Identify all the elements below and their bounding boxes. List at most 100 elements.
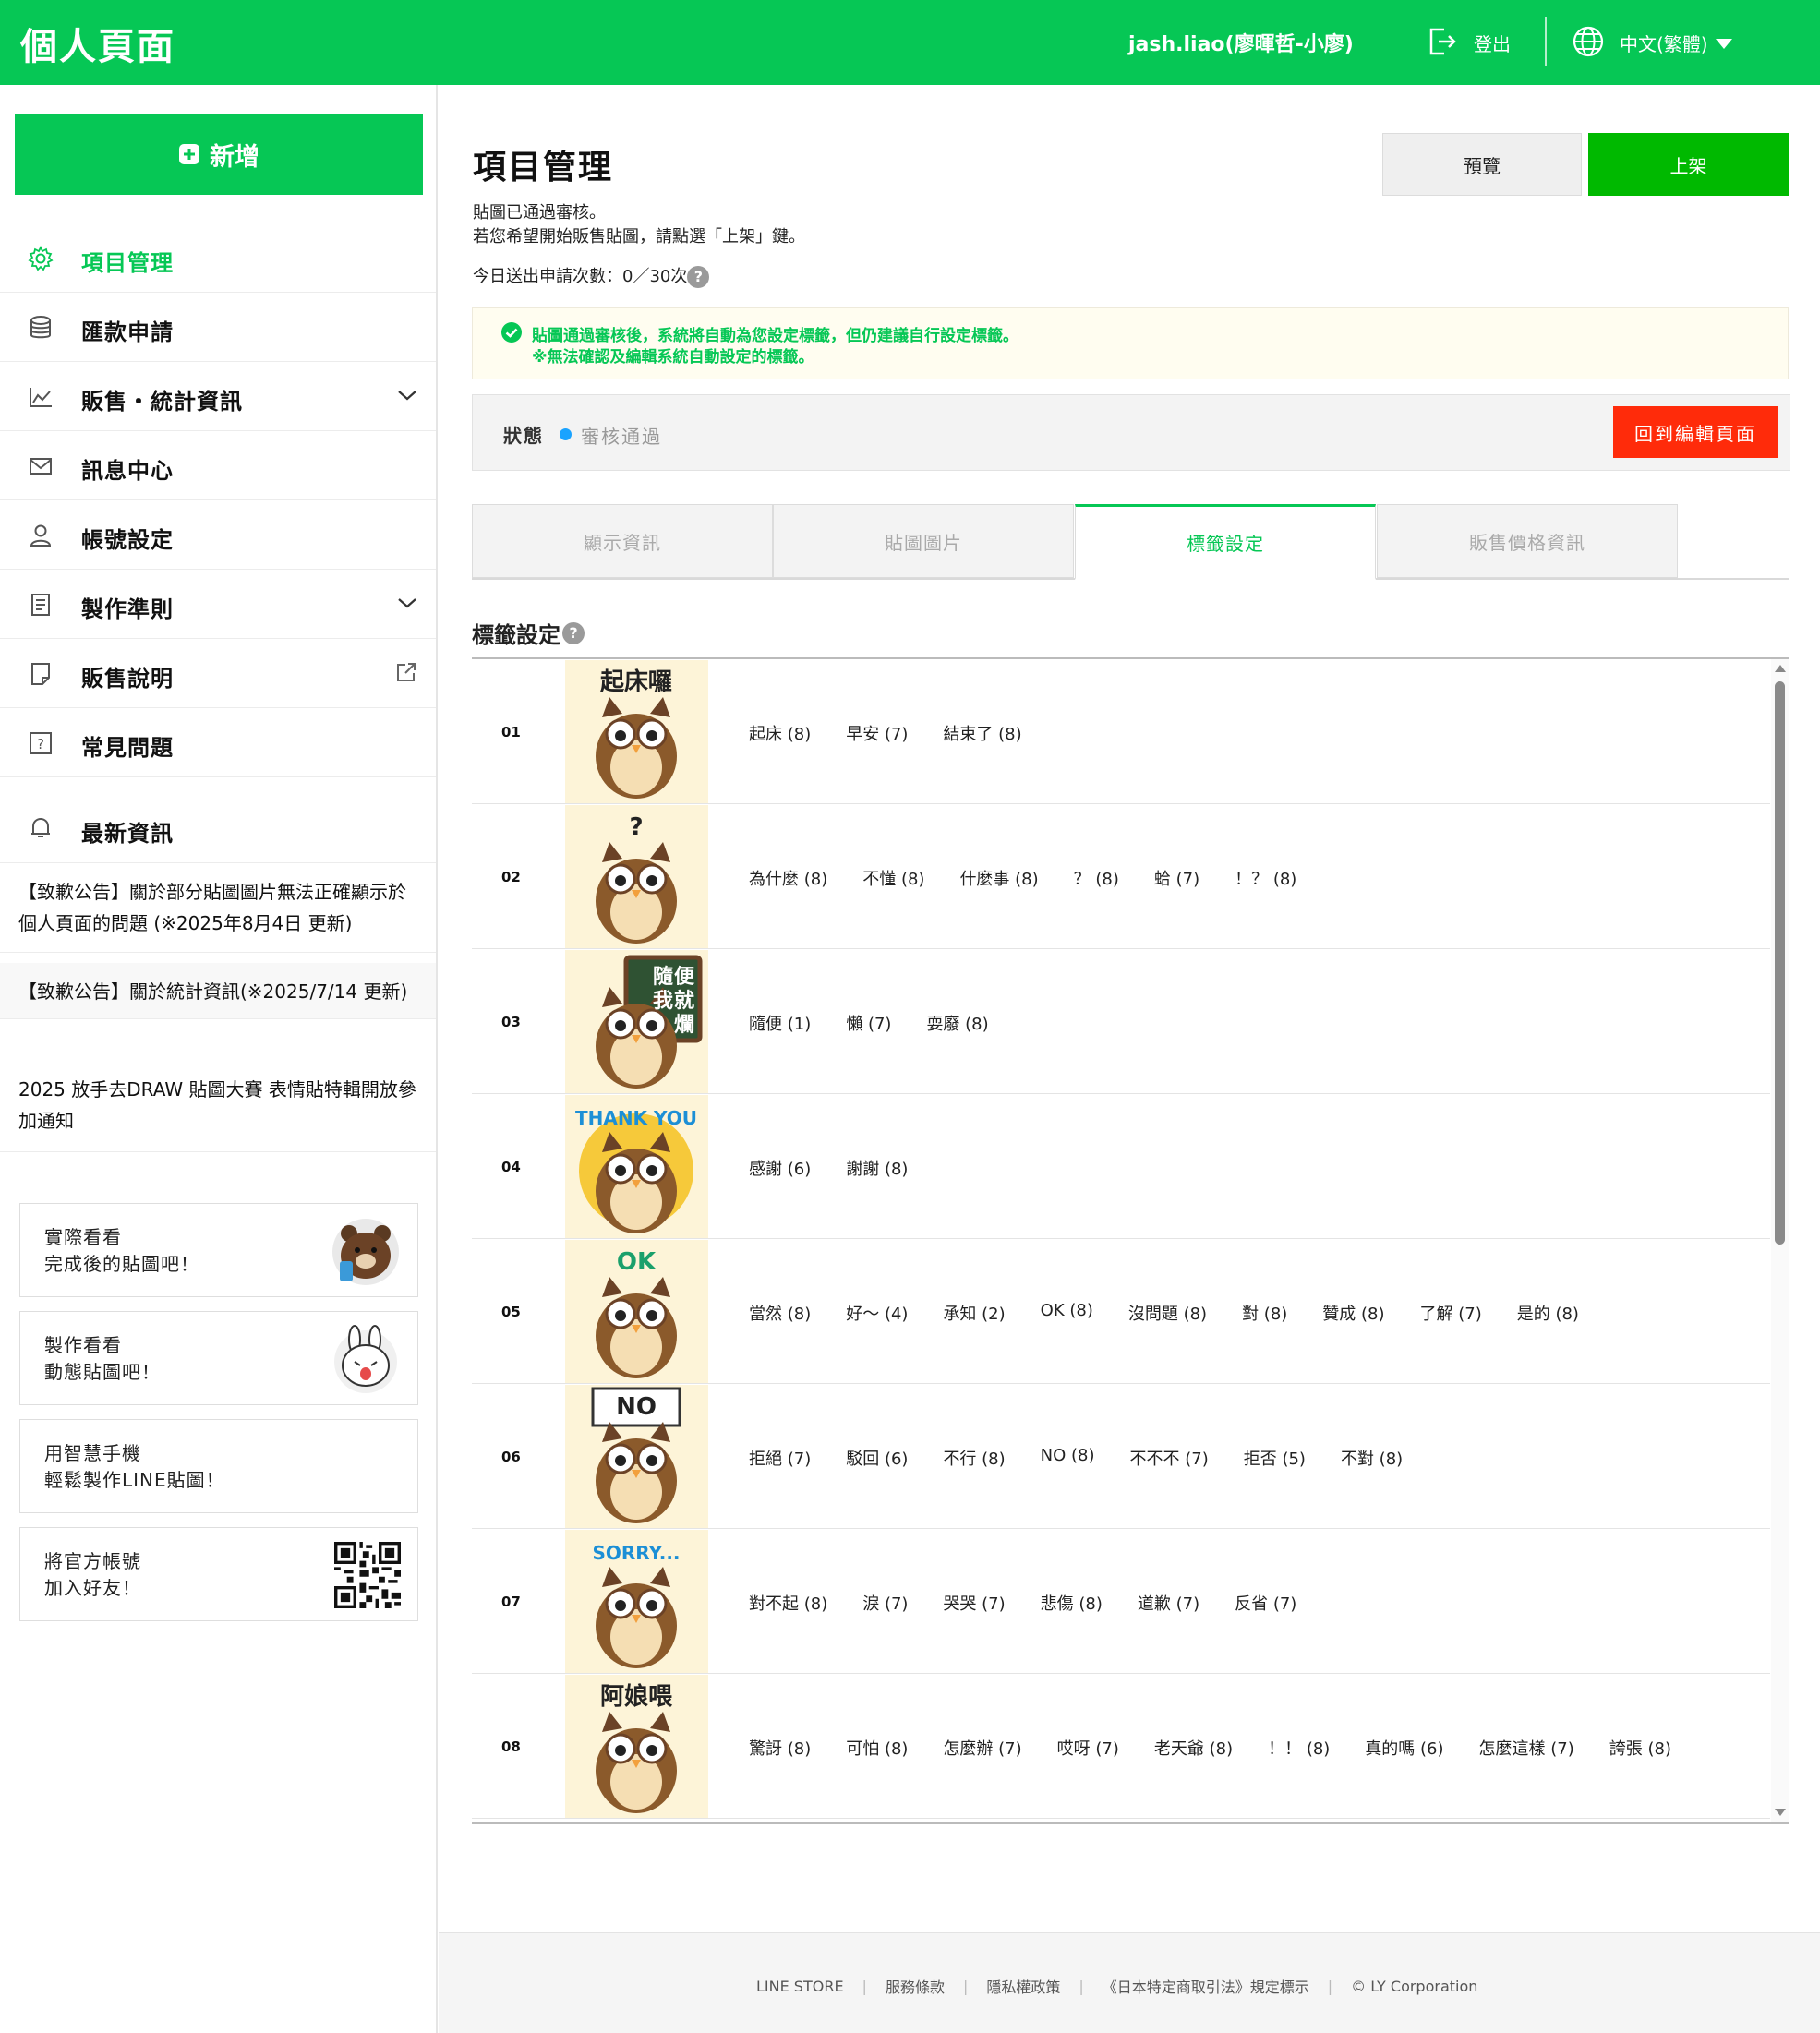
promo-card-smartphone[interactable]: 用智慧手機 輕鬆製作LINE貼圖！ xyxy=(19,1419,418,1513)
sidebar-item-messages[interactable]: 訊息中心 xyxy=(0,431,436,500)
news-item[interactable]: 【致歉公告】關於部分貼圖圖片無法正確顯示於個人頁面的問題 (※2025年8月4日… xyxy=(0,863,436,953)
language-selector[interactable]: 中文(繁體) xyxy=(1620,30,1708,56)
sidebar-item-label: 販售・統計資訊 xyxy=(81,389,243,415)
tag-row: 01 起床囉 起床 (8) 早安 (7) 結束了 (8) xyxy=(472,659,1770,804)
tag-item: NO (8) xyxy=(1040,1446,1095,1465)
footer-link[interactable]: 《日本特定商取引法》規定標示 xyxy=(1103,1975,1309,1997)
scroll-up-icon[interactable] xyxy=(1775,665,1786,672)
tag-item: 真的嗎 (6) xyxy=(1365,1739,1444,1759)
publish-button[interactable]: 上架 xyxy=(1588,133,1789,196)
tag-list: 為什麼 (8) 不懂 (8) 什麼事 (8) ？ (8) 蛤 (7) ！？ (8) xyxy=(749,866,1332,890)
sidebar-item-news[interactable]: 最新資訊 xyxy=(0,780,436,863)
scroll-down-icon[interactable] xyxy=(1775,1809,1786,1816)
approval-message: 貼圖已通過審核。 xyxy=(473,203,606,223)
sidebar-item-label: 帳號設定 xyxy=(81,527,174,553)
sticker-image: ? xyxy=(565,805,708,948)
sticker-image: SORRY... xyxy=(565,1530,708,1673)
scrollbar[interactable] xyxy=(1771,659,1789,1822)
tag-item: 不行 (8) xyxy=(943,1450,1006,1469)
footer-separator: | xyxy=(1079,1977,1084,1995)
sidebar-item-guidelines[interactable]: 製作準則 xyxy=(0,570,436,639)
footer: LINE STORE | 服務條款 | 隱私權政策 | 《日本特定商取引法》規定標示 | © L… xyxy=(439,1932,1820,2033)
tab-price-info[interactable]: 販售價格資訊 xyxy=(1377,504,1678,578)
svg-text:爛: 爛 xyxy=(674,1014,694,1037)
footer-link[interactable]: LINE STORE xyxy=(756,1978,844,1995)
sidebar-item-label: 常見問題 xyxy=(81,735,174,761)
section-title: 標籤設定? xyxy=(472,617,585,649)
scrollbar-thumb[interactable] xyxy=(1775,681,1785,1245)
tag-list: 當然 (8) 好～ (4) 承知 (2) OK (8) 沒問題 (8) 對 (8) 贊成 (… xyxy=(749,1301,1614,1325)
tag-item: 反省 (7) xyxy=(1235,1594,1297,1614)
preview-button[interactable]: 預覽 xyxy=(1382,133,1582,196)
tag-item: 怎麼這樣 (7) xyxy=(1478,1739,1574,1759)
footer-separator: | xyxy=(962,1977,969,1995)
promo-text: 將官方帳號 加入好友！ xyxy=(44,1550,141,1599)
sidebar-item-sales-stats[interactable]: 販售・統計資訊 xyxy=(0,362,436,431)
svg-text:OK: OK xyxy=(617,1248,657,1276)
tag-item: 拒否 (5) xyxy=(1243,1450,1306,1469)
globe-icon[interactable] xyxy=(1572,25,1605,58)
tab-display-info[interactable]: 顯示資訊 xyxy=(472,504,773,578)
database-icon xyxy=(30,316,51,339)
logout-icon[interactable] xyxy=(1424,24,1459,59)
request-count: 今日送出申請次數：0／30次? xyxy=(473,263,710,288)
help-icon[interactable]: ? xyxy=(687,266,710,288)
sidebar-item-label: 匯款申請 xyxy=(81,319,174,345)
sidebar-item-faq[interactable]: ? 常見問題 xyxy=(0,708,436,777)
tag-item: 沒問題 (8) xyxy=(1127,1305,1208,1324)
tag-list: 起床 (8) 早安 (7) 結束了 (8) xyxy=(749,721,1057,745)
mail-icon xyxy=(30,458,52,475)
user-icon xyxy=(30,524,52,547)
sidebar-item-label: 項目管理 xyxy=(81,250,174,276)
tag-item: 駁回 (6) xyxy=(846,1450,909,1469)
add-new-button[interactable]: 新增 xyxy=(15,114,423,195)
tag-item: 早安 (7) xyxy=(846,725,909,744)
chevron-down-icon[interactable] xyxy=(397,388,417,403)
sidebar-item-label: 販售說明 xyxy=(81,666,174,692)
sidebar-item-remittance[interactable]: 匯款申請 xyxy=(0,293,436,362)
header-divider xyxy=(1545,17,1547,66)
news-item[interactable]: 【致歉公告】關於統計資訊(※2025/7/14 更新) xyxy=(0,963,436,1019)
page-title: 項目管理 xyxy=(473,149,614,186)
tab-sticker-images[interactable]: 貼圖圖片 xyxy=(773,504,1074,578)
status-dot-icon xyxy=(560,428,572,440)
sidebar-item-project[interactable]: 項目管理 xyxy=(0,223,436,293)
news-item[interactable]: 2025 放手去DRAW 貼圖大賽 表情貼特輯開放參加通知 xyxy=(0,1061,436,1152)
notice-line: 貼圖通過審核後，系統將自動為您設定標籤，但仍建議自行設定標籤。 xyxy=(532,327,1018,345)
logout-button[interactable]: 登出 xyxy=(1474,30,1511,56)
sticker-image: 阿娘喂 xyxy=(565,1675,708,1818)
promo-text: 實際看看 完成後的貼圖吧！ xyxy=(44,1226,199,1275)
promo-text: 用智慧手機 輕鬆製作LINE貼圖！ xyxy=(44,1442,225,1491)
chevron-down-icon[interactable] xyxy=(1716,39,1732,49)
footer-link[interactable]: 隱私權政策 xyxy=(986,1975,1060,1997)
gear-icon xyxy=(28,246,54,271)
request-count-text: 今日送出申請次數：0／30次 xyxy=(473,267,688,286)
tag-list: 隨便 (1) 懶 (7) 耍廢 (8) xyxy=(749,1011,1024,1035)
svg-text:隨: 隨 xyxy=(653,966,673,989)
tab-tag-settings[interactable]: 標籤設定 xyxy=(1075,504,1376,580)
chevron-down-icon[interactable] xyxy=(397,595,417,610)
footer-link[interactable]: 服務條款 xyxy=(886,1975,945,1997)
status-bar: 狀態 審核通過 回到編輯頁面 xyxy=(472,394,1790,471)
sidebar: 新增 項目管理 匯款申請 販售・統計資訊 訊息中心 帳號設定 製作準則 販售說明… xyxy=(0,85,438,2033)
tag-item: 當然 (8) xyxy=(749,1305,812,1324)
promo-card-official-account[interactable]: 將官方帳號 加入好友！ xyxy=(19,1527,418,1621)
tag-item: 可怕 (8) xyxy=(846,1739,909,1759)
add-new-label: 新增 xyxy=(210,142,259,172)
sidebar-item-label: 最新資訊 xyxy=(81,821,174,847)
tag-item: 道歉 (7) xyxy=(1137,1594,1200,1614)
sticker-number: 07 xyxy=(501,1594,521,1610)
help-icon[interactable]: ? xyxy=(562,621,585,644)
sidebar-item-sales-guide[interactable]: 販售說明 xyxy=(0,639,436,708)
tag-list: 拒絕 (7) 駁回 (6) 不行 (8) NO (8) 不不不 (7) 拒否 (5) 不對 … xyxy=(749,1446,1438,1470)
promo-card-preview[interactable]: 實際看看 完成後的貼圖吧！ xyxy=(19,1203,418,1297)
tag-item: 對不起 (8) xyxy=(749,1594,828,1614)
chart-icon xyxy=(30,388,52,407)
promo-card-animated[interactable]: 製作看看 動態貼圖吧！ xyxy=(19,1311,418,1405)
sidebar-item-account[interactable]: 帳號設定 xyxy=(0,500,436,570)
back-to-edit-button[interactable]: 回到編輯頁面 xyxy=(1613,406,1778,458)
tag-list: 對不起 (8) 淚 (7) 哭哭 (7) 悲傷 (8) 道歉 (7) 反省 (7) xyxy=(749,1591,1332,1615)
external-link-icon[interactable] xyxy=(395,661,417,683)
tag-item: 對 (8) xyxy=(1242,1305,1288,1324)
sidebar-item-label: 製作準則 xyxy=(81,596,174,622)
